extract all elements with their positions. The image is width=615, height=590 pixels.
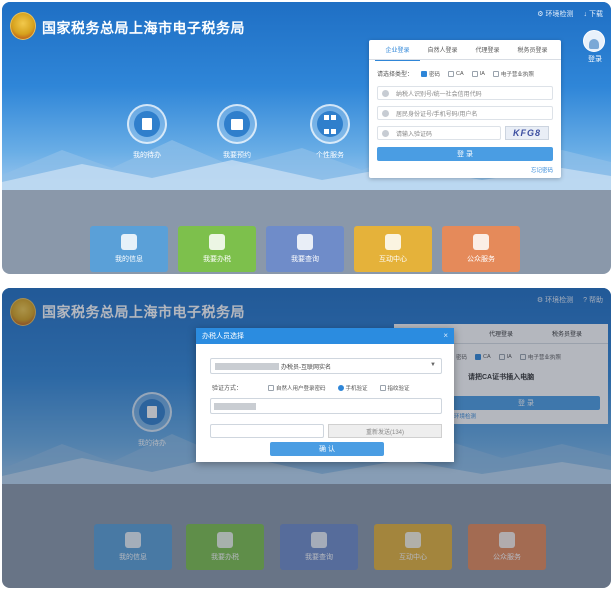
redacted-name [215, 363, 279, 370]
appointment-label: 我要预约 [223, 152, 251, 159]
tax-emblem-logo [10, 12, 36, 40]
tile-my-info[interactable]: 我的信息 [90, 226, 168, 272]
tile-query[interactable]: 我要查询 [266, 226, 344, 272]
auth-type-label: 请选择类型： [377, 72, 414, 78]
taxpayer-id-input[interactable]: 纳税人识别号/统一社会信用代码 [377, 86, 553, 100]
screenshot-tax-officer-selection: 国家税务总局上海市电子税务局 ⚙环境检测 ?帮助 我的待办 自然人登录 代理登录… [2, 288, 611, 588]
login-label[interactable]: 登录 [588, 54, 602, 64]
confirm-button[interactable]: 确 认 [270, 442, 384, 456]
chevron-down-icon: ▼ [430, 362, 436, 368]
service-icon [473, 234, 489, 250]
tile-public-service[interactable]: 公众服务 [442, 226, 520, 272]
verify-method-row: 验证方式： 自然人用户登录密码 手机验证 指纹验证 [212, 383, 410, 392]
personal-service-button[interactable] [310, 104, 350, 144]
download-link[interactable]: ↓ 下载 [584, 9, 604, 19]
modal-header: 办税人员选择 × [196, 328, 454, 344]
verify-label: 验证方式： [212, 386, 243, 392]
auth-type-row: 请选择类型： 密码 CA IA 电子营业执照 [377, 69, 534, 78]
gear-icon: ⚙ [537, 11, 544, 18]
tile-interaction-center[interactable]: 互动中心 [354, 226, 432, 272]
top-links: ⚙ 环境检测 ↓ 下载 [537, 9, 603, 19]
tab-tax-officer-login[interactable]: 税务员登录 [510, 39, 555, 60]
login-submit-button[interactable]: 登 录 [377, 147, 553, 161]
verify-option-password[interactable]: 自然人用户登录密码 [268, 384, 326, 392]
verify-option-fingerprint[interactable]: 指纹验证 [379, 384, 410, 392]
phone-number-field[interactable] [210, 398, 442, 414]
personal-id-input[interactable]: 居民身份证号/手机号码/用户名 [377, 106, 553, 120]
site-title: 国家税务总局上海市电子税务局 [42, 20, 245, 36]
login-tabs: 企业登录 自然人登录 代理登录 税务员登录 [369, 39, 561, 61]
person-icon [121, 234, 137, 250]
modal-title: 办税人员选择 [202, 333, 244, 340]
lock-icon [382, 110, 389, 117]
verify-option-phone[interactable]: 手机验证 [337, 384, 368, 392]
redacted-phone [214, 403, 256, 410]
my-todo-label: 我的待办 [133, 152, 161, 159]
grid-icon [317, 111, 343, 137]
shield-icon [382, 130, 389, 137]
chat-icon [385, 234, 401, 250]
select-suffix: 办税员-互联网实名 [281, 364, 331, 371]
auth-option-password[interactable]: 密码 [421, 70, 440, 78]
auth-option-ia[interactable]: IA [471, 70, 485, 77]
user-login-avatar[interactable] [583, 30, 605, 52]
appointment-button[interactable] [217, 104, 257, 144]
captcha-input[interactable]: 请输入验证码 [377, 126, 501, 140]
forgot-password-link[interactable]: 忘记密码 [531, 166, 553, 174]
tab-agent-login[interactable]: 代理登录 [465, 39, 510, 60]
auth-option-business-license[interactable]: 电子营业执照 [492, 70, 534, 78]
captcha-image[interactable]: KFG8 [505, 126, 549, 140]
resend-code-button[interactable]: 重新发送(134) [328, 424, 442, 438]
auth-option-ca[interactable]: CA [448, 70, 464, 77]
env-check-link[interactable]: ⚙ 环境检测 [537, 9, 573, 19]
tax-officer-select-modal: 办税人员选择 × 办税员-互联网实名 ▼ 验证方式： 自然人用户登录密码 手机验… [196, 328, 454, 462]
sms-code-input[interactable] [210, 424, 324, 438]
personal-service-label: 个性服务 [316, 152, 344, 159]
tab-individual-login[interactable]: 自然人登录 [420, 39, 465, 60]
user-icon [382, 90, 389, 97]
tab-enterprise-login[interactable]: 企业登录 [375, 39, 420, 61]
my-todo-button[interactable] [127, 104, 167, 144]
tile-tax-handling[interactable]: 我要办税 [178, 226, 256, 272]
user-icon [589, 39, 599, 49]
tax-officer-select[interactable]: 办税员-互联网实名 ▼ [210, 358, 442, 374]
calendar-icon [224, 111, 250, 137]
login-panel: 企业登录 自然人登录 代理登录 税务员登录 请选择类型： 密码 CA IA 电子… [369, 40, 561, 178]
todo-icon [134, 111, 160, 137]
download-icon: ↓ [583, 10, 588, 18]
monitor-icon [209, 234, 225, 250]
close-icon[interactable]: × [443, 331, 448, 340]
screenshot-login-page: 国家税务总局上海市电子税务局 ⚙ 环境检测 ↓ 下载 登录 我的待办 我要预约 个性… [2, 2, 611, 274]
search-doc-icon [297, 234, 313, 250]
